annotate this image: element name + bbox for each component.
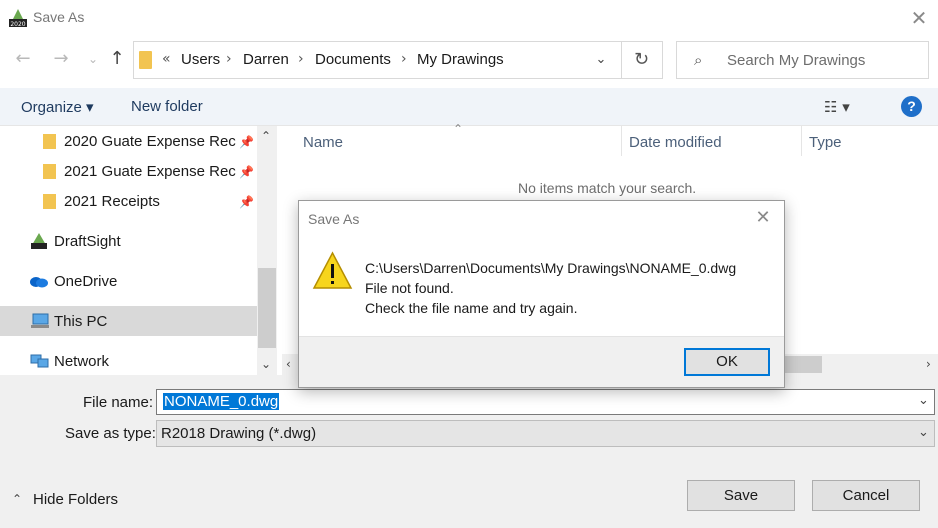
sidebar-item-2021-receipts[interactable]: 2021 Receipts [64, 193, 160, 210]
warning-icon [312, 251, 353, 289]
sidebar-item-network[interactable]: Network [54, 353, 109, 370]
sidebar-item-onedrive[interactable]: OneDrive [54, 273, 117, 290]
network-icon [30, 354, 49, 368]
folder-icon [43, 194, 56, 209]
window-title: Save As [33, 9, 85, 25]
column-name[interactable]: Name [303, 134, 343, 151]
hide-folders-button[interactable]: Hide Folders [33, 491, 118, 508]
chevron-down-icon[interactable]: ⌄ [918, 393, 929, 408]
sidebar-item-2021-guate[interactable]: 2021 Guate Expense Recoi [64, 163, 236, 180]
column-divider[interactable] [801, 126, 802, 156]
pin-icon[interactable]: 📌 [239, 195, 254, 209]
folder-icon [43, 134, 56, 149]
scroll-left-icon[interactable]: ‹ [286, 357, 291, 371]
chevron-down-icon[interactable]: ⌄ [918, 425, 929, 440]
dialog-instruction: Check the file name and try again. [365, 300, 578, 316]
sidebar-scroll-thumb[interactable] [258, 268, 276, 348]
dialog-message: File not found. [365, 280, 454, 296]
breadcrumb-users[interactable]: Users [181, 51, 220, 68]
file-name-value[interactable]: NONAME_0.dwg [163, 393, 280, 410]
column-type[interactable]: Type [809, 134, 842, 151]
ok-button[interactable]: OK [684, 348, 770, 376]
view-options-icon[interactable]: ☷ ▾ [824, 98, 850, 116]
column-divider[interactable] [621, 126, 622, 156]
chevron-up-icon[interactable]: ⌃ [12, 492, 22, 506]
forward-icon[interactable]: → [50, 47, 72, 71]
folder-icon [139, 51, 152, 69]
sidebar-item-2020-guate[interactable]: 2020 Guate Expense Recoi [64, 133, 236, 150]
chevron-down-icon[interactable]: ⌄ [590, 49, 612, 71]
pin-icon[interactable]: 📌 [239, 165, 254, 179]
empty-message: No items match your search. [518, 180, 697, 196]
computer-icon [31, 313, 49, 328]
refresh-icon[interactable]: ↻ [621, 41, 663, 79]
save-type-label: Save as type: [65, 425, 156, 442]
scroll-down-icon[interactable]: ⌄ [261, 357, 271, 371]
sidebar-item-this-pc[interactable]: This PC [54, 313, 107, 330]
breadcrumb-darren[interactable]: Darren [243, 51, 289, 68]
breadcrumb-documents[interactable]: Documents [315, 51, 391, 68]
horizontal-scroll-thumb[interactable] [780, 356, 822, 373]
scroll-right-icon[interactable]: › [926, 357, 931, 371]
cloud-icon [30, 277, 48, 288]
save-button[interactable]: Save [687, 480, 795, 511]
breadcrumb-my-drawings[interactable]: My Drawings [417, 51, 504, 68]
chevron-right-icon[interactable]: › [226, 51, 232, 67]
svg-text:2020: 2020 [10, 21, 25, 28]
draftsight-app-icon: 2020 [9, 9, 27, 28]
dialog-close-icon[interactable]: ✕ [750, 206, 776, 230]
chevron-right-icon[interactable]: › [298, 51, 304, 67]
sidebar-item-draftsight[interactable]: DraftSight [54, 233, 121, 250]
back-icon[interactable]: ← [12, 47, 34, 71]
dialog-file-path: C:\Users\Darren\Documents\My Drawings\NO… [365, 260, 737, 276]
dialog-title: Save As [308, 211, 360, 227]
file-name-label: File name: [83, 394, 154, 411]
new-folder-button[interactable]: New folder [131, 98, 203, 115]
title-bar [0, 0, 938, 36]
organize-button[interactable]: Organize ▾ [21, 98, 94, 116]
pin-icon[interactable]: 📌 [239, 135, 254, 149]
folder-icon [43, 164, 56, 179]
scroll-up-icon[interactable]: ⌃ [261, 129, 271, 143]
up-icon[interactable]: ↑ [106, 47, 128, 71]
cancel-button[interactable]: Cancel [812, 480, 920, 511]
close-icon[interactable]: ✕ [906, 6, 932, 30]
search-icon: ⌕ [694, 51, 703, 69]
sort-ascending-icon: ⌃ [453, 122, 464, 136]
draftsight-icon [31, 233, 47, 249]
search-placeholder: Search My Drawings [727, 52, 866, 69]
recent-locations-icon[interactable]: ⌄ [82, 47, 104, 71]
overflow-chevron-icon[interactable]: « [162, 51, 171, 67]
help-icon[interactable]: ? [901, 96, 922, 117]
column-date-modified[interactable]: Date modified [629, 134, 722, 151]
save-type-value[interactable]: R2018 Drawing (*.dwg) [161, 425, 316, 442]
chevron-right-icon[interactable]: › [401, 51, 407, 67]
